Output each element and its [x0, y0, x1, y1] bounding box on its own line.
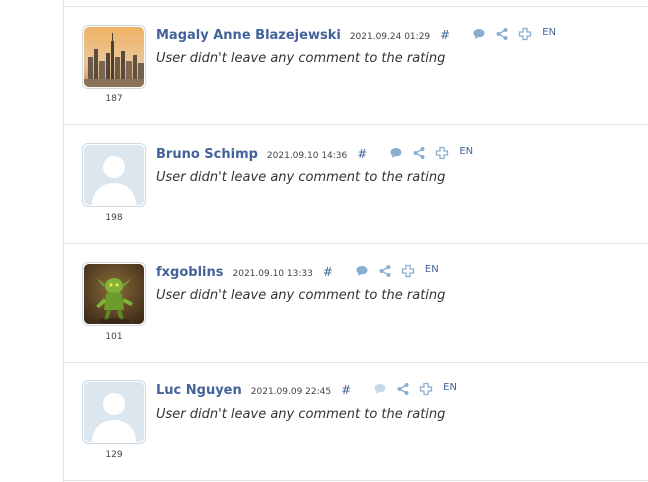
plus-icon[interactable] [419, 382, 433, 396]
comment-icon[interactable] [355, 264, 369, 278]
review-item: 129 Luc Nguyen 2021.09.09 22:45 # EN Use… [64, 363, 648, 481]
review-date: 2021.09.10 14:36 [266, 151, 348, 161]
language-tag[interactable]: EN [459, 146, 473, 157]
comment-icon[interactable] [389, 146, 403, 160]
review-item: 187 Magaly Anne Blazejewski 2021.09.24 0… [64, 7, 648, 125]
comment-icon[interactable] [472, 27, 486, 41]
review-actions: EN [472, 25, 556, 41]
review-meta: fxgoblins 2021.09.10 13:33 # EN [156, 262, 439, 281]
review-actions: EN [355, 262, 439, 278]
author-link[interactable]: Luc Nguyen [156, 383, 242, 398]
rating-count: 101 [105, 332, 123, 342]
plus-icon[interactable] [518, 27, 532, 41]
user-silhouette-icon [84, 145, 144, 205]
review-item: 101 fxgoblins 2021.09.10 13:33 # EN User… [64, 245, 648, 363]
review-meta: Bruno Schimp 2021.09.10 14:36 # EN [156, 144, 473, 163]
city-skyline-avatar-image [84, 27, 144, 87]
avatar[interactable] [82, 262, 146, 326]
permalink-hash[interactable]: # [440, 28, 450, 42]
review-comment: User didn't leave any comment to the rat… [156, 407, 446, 422]
share-icon[interactable] [412, 146, 426, 160]
review-meta: Luc Nguyen 2021.09.09 22:45 # EN [156, 380, 457, 399]
review-date: 2021.09.10 13:33 [232, 269, 313, 279]
share-icon[interactable] [495, 27, 509, 41]
user-silhouette-icon [84, 382, 144, 442]
review-comment: User didn't leave any comment to the rat… [156, 170, 446, 185]
share-icon[interactable] [396, 382, 410, 396]
review-meta: Magaly Anne Blazejewski 2021.09.24 01:29… [156, 25, 556, 44]
avatar[interactable] [82, 380, 146, 444]
rating-count: 187 [105, 94, 123, 104]
language-tag[interactable]: EN [443, 382, 457, 393]
review-comment: User didn't leave any comment to the rat… [156, 288, 446, 303]
review-comment: User didn't leave any comment to the rat… [156, 51, 446, 66]
author-link[interactable]: Bruno Schimp [156, 147, 258, 162]
permalink-hash[interactable]: # [341, 383, 351, 397]
rating-count: 198 [105, 213, 123, 223]
author-link[interactable]: fxgoblins [156, 265, 224, 280]
review-item: 198 Bruno Schimp 2021.09.10 14:36 # EN U… [64, 126, 648, 244]
review-date: 2021.09.24 01:29 [349, 32, 431, 42]
bottom-divider [64, 480, 648, 481]
plus-icon[interactable] [401, 264, 415, 278]
author-link[interactable]: Magaly Anne Blazejewski [156, 28, 341, 43]
permalink-hash[interactable]: # [323, 265, 333, 279]
rating-count: 129 [105, 450, 123, 460]
comment-icon[interactable] [373, 382, 387, 396]
language-tag[interactable]: EN [425, 264, 439, 275]
permalink-hash[interactable]: # [357, 147, 367, 161]
review-date: 2021.09.09 22:45 [250, 387, 332, 397]
language-tag[interactable]: EN [542, 27, 556, 38]
avatar[interactable] [82, 25, 146, 89]
goblin-avatar-image [84, 264, 144, 324]
review-actions: EN [389, 144, 473, 160]
reviews-panel: 187 Magaly Anne Blazejewski 2021.09.24 0… [63, 0, 648, 482]
avatar[interactable] [82, 143, 146, 207]
share-icon[interactable] [378, 264, 392, 278]
plus-icon[interactable] [435, 146, 449, 160]
review-actions: EN [373, 380, 457, 396]
